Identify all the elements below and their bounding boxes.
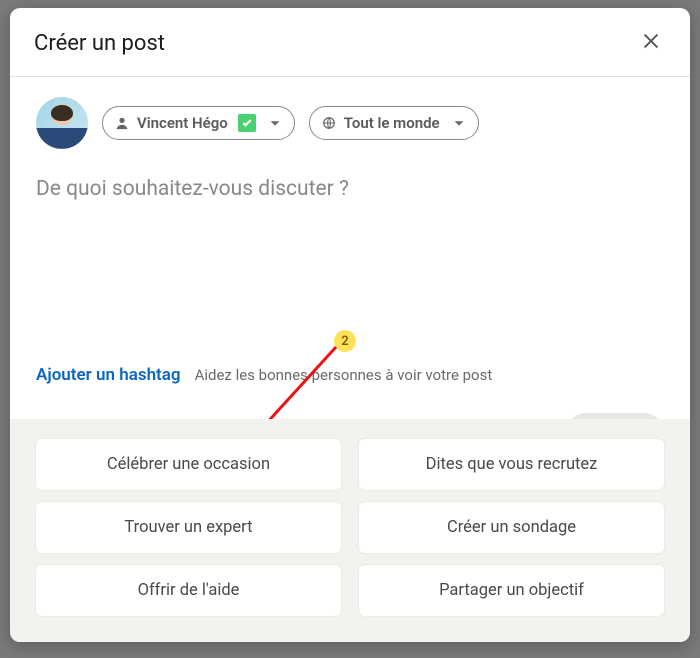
person-icon (115, 116, 129, 130)
verified-badge (238, 114, 256, 132)
option-create-poll[interactable]: Créer un sondage (359, 502, 664, 553)
option-offer-help[interactable]: Offrir de l'aide (36, 565, 341, 616)
annotation-number: 2 (341, 334, 348, 349)
modal-header: Créer un post (10, 8, 690, 77)
author-row: Vincent Hégo Tout le monde (36, 97, 664, 149)
author-selector[interactable]: Vincent Hégo (102, 106, 295, 140)
add-hashtag-link[interactable]: Ajouter un hashtag (36, 365, 181, 385)
publish-button[interactable]: Publier (566, 413, 664, 419)
visibility-label: Tout le monde (344, 114, 440, 132)
post-textarea[interactable] (36, 177, 664, 217)
author-name: Vincent Hégo (137, 114, 228, 132)
visibility-selector[interactable]: Tout le monde (309, 106, 479, 140)
option-find-expert[interactable]: Trouver un expert (36, 502, 341, 553)
close-icon (640, 30, 662, 52)
modal-title: Créer un post (34, 31, 165, 56)
check-icon (241, 117, 253, 129)
annotation-badge: 2 (334, 330, 356, 352)
option-celebrate[interactable]: Célébrer une occasion (36, 439, 341, 490)
close-button[interactable] (636, 26, 666, 60)
avatar (36, 97, 88, 149)
chevron-down-icon (452, 116, 466, 130)
chevron-down-icon (268, 116, 282, 130)
globe-icon (322, 116, 336, 130)
option-hiring[interactable]: Dites que vous recrutez (359, 439, 664, 490)
option-share-goal[interactable]: Partager un objectif (359, 565, 664, 616)
create-post-modal: Créer un post Vincent Hégo Tout le mo (10, 8, 690, 642)
more-options-panel: Célébrer une occasion Dites que vous rec… (10, 419, 690, 642)
modal-body: Vincent Hégo Tout le monde 2 (10, 77, 690, 419)
media-row: Publier (36, 413, 664, 419)
hashtag-row: Ajouter un hashtag Aidez les bonnes pers… (36, 365, 664, 385)
hashtag-hint: Aidez les bonnes personnes à voir votre … (195, 366, 493, 384)
